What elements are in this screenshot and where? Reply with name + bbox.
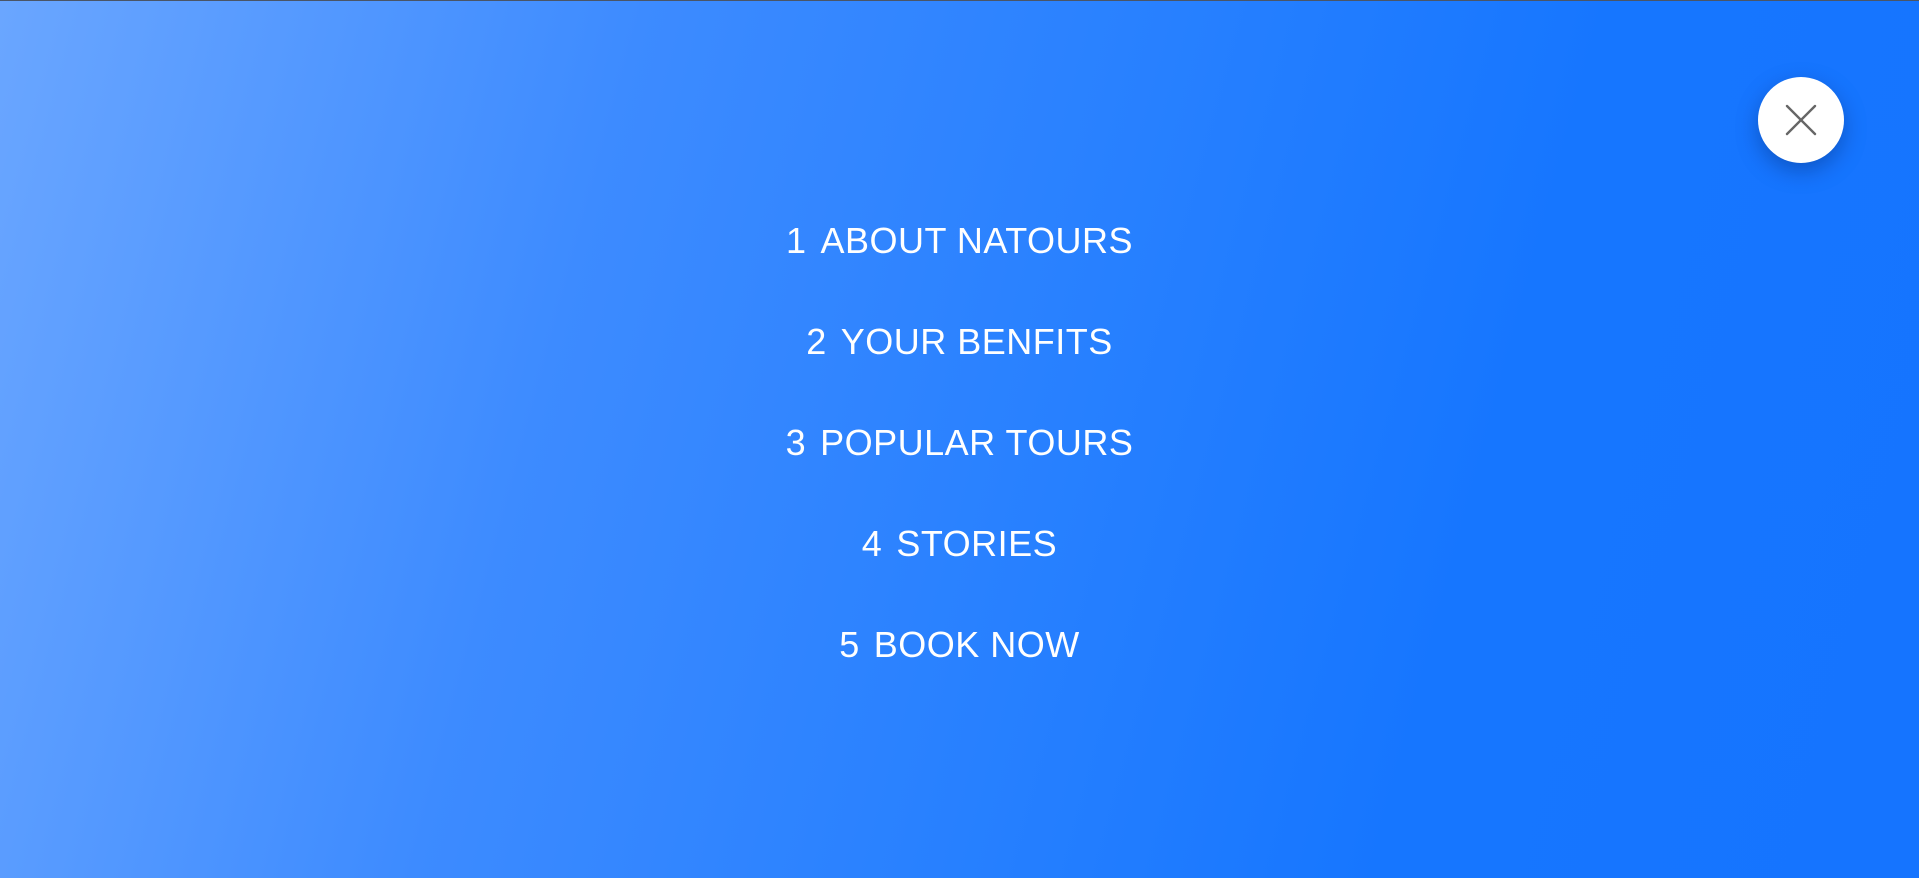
nav-number: 5 — [839, 624, 860, 665]
nav-label: YOUR BENFITS — [840, 321, 1113, 362]
nav-number: 1 — [785, 220, 807, 261]
nav-item-benefits: 2 YOUR BENFITS — [0, 312, 1919, 413]
nav-link-your-benefits[interactable]: 2 YOUR BENFITS — [806, 312, 1113, 372]
nav-link-stories[interactable]: 4 STORIES — [862, 514, 1057, 574]
nav-number: 2 — [806, 321, 827, 362]
navigation-overlay: 1 ABOUT NATOURS 2 YOUR BENFITS 3 POPULAR TO… — [0, 0, 1919, 878]
nav-item-book: 5 BOOK NOW — [0, 615, 1919, 716]
nav-link-popular-tours[interactable]: 3 POPULAR TOURS — [786, 413, 1134, 473]
close-menu-button[interactable] — [1758, 77, 1844, 163]
nav-item-about: 1 ABOUT NATOURS — [0, 211, 1919, 312]
nav-label: ABOUT NATOURS — [820, 220, 1134, 261]
nav-label: STORIES — [896, 523, 1058, 564]
nav-number: 3 — [785, 422, 807, 463]
nav-link-about-natours[interactable]: 1 ABOUT NATOURS — [786, 211, 1133, 271]
nav-link-book-now[interactable]: 5 BOOK NOW — [839, 615, 1080, 675]
navigation-list: 1 ABOUT NATOURS 2 YOUR BENFITS 3 POPULAR TO… — [0, 211, 1919, 716]
nav-label: BOOK NOW — [873, 624, 1080, 665]
close-icon — [1785, 104, 1817, 136]
nav-item-stories: 4 STORIES — [0, 514, 1919, 615]
nav-item-tours: 3 POPULAR TOURS — [0, 413, 1919, 514]
nav-label: POPULAR TOURS — [820, 422, 1134, 463]
nav-number: 4 — [861, 523, 883, 564]
